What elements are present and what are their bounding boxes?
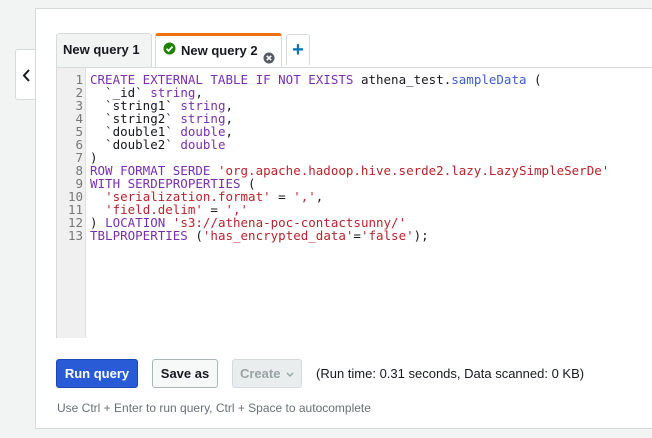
code-token: ',' xyxy=(293,189,316,204)
create-label: Create xyxy=(239,366,281,381)
tab-new-query-2[interactable]: New query 2 xyxy=(155,33,282,67)
code-line: TBLPROPERTIES ('has_encrypted_data'='fal… xyxy=(90,229,609,242)
run-stats: (Run time: 0.31 seconds, Data scanned: 0… xyxy=(316,366,585,381)
code-token: = xyxy=(353,228,361,243)
save-as-button[interactable]: Save as xyxy=(152,359,218,388)
create-dropdown-button[interactable]: Create xyxy=(232,359,302,388)
code-token: , xyxy=(225,124,233,139)
code-area[interactable]: CREATE EXTERNAL TABLE IF NOT EXISTS athe… xyxy=(90,73,609,242)
code-token: 'false' xyxy=(360,228,414,243)
code-token: 'org.apache.hadoop.hive.serde2.lazy.Lazy… xyxy=(217,163,610,178)
tab-label: New query 1 xyxy=(63,42,140,57)
plus-icon: + xyxy=(292,39,304,61)
add-tab-button[interactable]: + xyxy=(286,34,310,65)
code-token: = xyxy=(270,189,294,204)
keyboard-hint: Use Ctrl + Enter to run query, Ctrl + Sp… xyxy=(57,401,371,415)
line-number-gutter: 1 2 3 4 5 6 7 8 9 10 11 12 13 xyxy=(57,68,86,338)
code-token: athena_test. xyxy=(360,72,452,87)
code-token: `double2` xyxy=(90,137,181,152)
check-circle-icon xyxy=(163,36,176,65)
code-token: TBLPROPERTIES xyxy=(90,228,188,243)
run-query-button[interactable]: Run query xyxy=(56,359,138,388)
tab-label: New query 2 xyxy=(181,43,258,58)
code-token: sampleData xyxy=(451,72,527,87)
code-token: , xyxy=(315,189,324,204)
chevron-down-icon xyxy=(286,372,294,377)
collapse-sidebar-button[interactable] xyxy=(15,49,36,100)
code-token: ( xyxy=(187,228,203,243)
sql-editor[interactable]: 1 2 3 4 5 6 7 8 9 10 11 12 13 CREATE EXTERNAL TABLE … xyxy=(56,67,652,338)
chevron-left-icon xyxy=(22,69,30,82)
tab-new-query-1[interactable]: New query 1 xyxy=(56,33,152,67)
code-token: double xyxy=(180,137,226,152)
line-number: 13 xyxy=(67,228,83,243)
code-token: ); xyxy=(413,228,429,243)
code-line: `double2` double xyxy=(90,138,609,151)
code-token: 'has_encrypted_data' xyxy=(202,228,354,243)
code-token: ( xyxy=(526,72,542,87)
